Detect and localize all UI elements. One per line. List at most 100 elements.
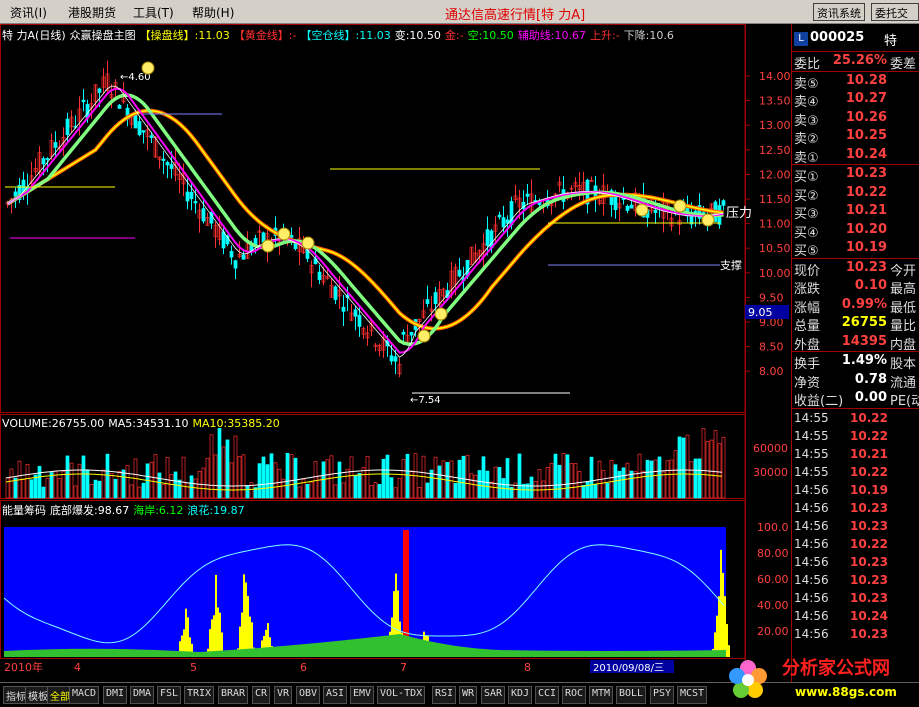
price-tick-label: 11.00	[759, 218, 790, 231]
tab-boll[interactable]: BOLL	[616, 686, 647, 704]
tick-price: 10.23	[850, 572, 888, 587]
timeline-label: 4	[74, 661, 81, 674]
finance-row-extra: 股本	[890, 357, 917, 372]
buy-order-row-label: 买⑤	[794, 244, 819, 259]
sell-order-row-label: 卖⑤	[794, 76, 819, 92]
tab-fsl[interactable]: FSL	[157, 686, 182, 704]
tab-rsi[interactable]: RSI	[432, 686, 457, 704]
sell-order-row-label: 卖②	[794, 132, 819, 147]
menu-hk-futures[interactable]: 港股期货	[68, 4, 116, 21]
energy-bar	[718, 596, 720, 657]
buy-order-row: 买② 10.22	[792, 184, 919, 204]
sell-orders: 卖⑤ 10.28 卖④ 10.27 卖③ 10.26 卖② 10.25 卖① 10.24	[792, 72, 919, 166]
menu-info[interactable]: 资讯(I)	[10, 4, 47, 21]
tab-kdj[interactable]: KDJ	[508, 686, 533, 704]
trade-button[interactable]: 委托交易	[871, 3, 919, 36]
tab-sar[interactable]: SAR	[481, 686, 506, 704]
tab-vol-tdx[interactable]: VOL-TDX	[377, 686, 426, 704]
energy-bar	[243, 574, 245, 657]
orange-ma-line	[6, 108, 724, 331]
stock-name: 特	[884, 34, 898, 49]
main-indicator-header: 特 力A(日线) 众赢操盘主图 【操盘线】:11.03 【黄金线】:- 【空仓线】:11…	[2, 27, 678, 43]
buy-order-row-value: 10.23	[845, 166, 887, 181]
weicha-label: 委差	[890, 57, 917, 72]
finance-stats: 换手 1.49%股本净资 0.78流通收益(二) 0.00PE(动)	[792, 352, 919, 409]
menu-help[interactable]: 帮助(H)	[192, 4, 234, 21]
current-price-tag: 9.05	[748, 306, 773, 319]
smiley-icon	[673, 199, 687, 213]
buy-order-row-label: 买②	[794, 188, 819, 204]
tab-obv[interactable]: OBV	[296, 686, 321, 704]
smiley-icon	[417, 329, 431, 343]
price-tick-label: 8.00	[759, 365, 784, 378]
tab-cr[interactable]: CR	[252, 686, 271, 704]
sell-order-row-value: 10.24	[845, 146, 887, 162]
tick-time: 14:56	[794, 482, 829, 497]
chart-area[interactable]: 14.00 13.50 13.00 12.50 12.00 11.50 11.00 10.50…	[0, 24, 790, 682]
tick-price: 10.19	[850, 482, 888, 497]
tick-time: 14:56	[794, 626, 829, 641]
finance-row-value: 1.49%	[841, 353, 887, 368]
energy-indicator-item: 浪花:19.87	[187, 504, 245, 517]
info-system-button[interactable]: 资讯系统	[813, 3, 865, 21]
stat-row: 现价 10.23 今开	[792, 259, 919, 279]
green-ma-line	[6, 93, 724, 346]
tab-vr[interactable]: VR	[274, 686, 293, 704]
tab-emv[interactable]: EMV	[350, 686, 375, 704]
finance-row-label: 净资	[794, 375, 821, 391]
price-tick-label: 9.50	[759, 291, 784, 304]
chart-canvas[interactable]: 14.00 13.50 13.00 12.50 12.00 11.50 11.00 10.50…	[0, 24, 790, 682]
tab-trix[interactable]: TRIX	[184, 686, 215, 704]
tab-roc[interactable]: ROC	[562, 686, 587, 704]
tick-row: 14:56 10.24	[792, 607, 919, 625]
timeline-label: 2010年	[4, 660, 43, 674]
smiley-icon	[261, 239, 275, 253]
buy-order-row: 买③ 10.21	[792, 202, 919, 222]
sell-order-row-label: 卖①	[794, 150, 819, 166]
buy-order-row: 买① 10.23	[792, 165, 919, 185]
stat-row-value: 0.10	[854, 278, 887, 293]
tick-price: 10.22	[850, 464, 888, 479]
main-indicator-item: 金:-	[444, 29, 464, 42]
sell-order-row-value: 10.25	[845, 128, 887, 143]
finance-row-extra: 流通	[890, 375, 917, 391]
tab-macd[interactable]: MACD	[69, 686, 100, 704]
tab-cci[interactable]: CCI	[535, 686, 560, 704]
tick-row: 14:55 10.22	[792, 409, 919, 427]
main-indicator-item: 【空仓线】:11.03	[300, 29, 391, 42]
tab-asi[interactable]: ASI	[323, 686, 348, 704]
tab-mcst[interactable]: MCST	[677, 686, 708, 704]
smiley-icon	[301, 236, 315, 250]
finance-row-label: 换手	[794, 357, 821, 372]
smiley-icon	[635, 203, 649, 217]
tab-dma[interactable]: DMA	[130, 686, 155, 704]
site-logo: 分析家公式网 www.88gs.com	[729, 657, 897, 699]
logo-url: www.88gs.com	[795, 685, 897, 699]
sell-order-row: 卖④ 10.27	[792, 90, 919, 110]
energy-bar	[247, 596, 249, 657]
tab-brar[interactable]: BRAR	[218, 686, 249, 704]
price-panel-frame	[0, 24, 746, 413]
tab-mtm[interactable]: MTM	[589, 686, 614, 704]
tick-row: 14:56 10.23	[792, 571, 919, 589]
tick-row: 14:56 10.23	[792, 517, 919, 535]
tick-row: 14:56 10.23	[792, 553, 919, 571]
price-tick-label: 13.00	[759, 119, 790, 132]
buy-order-row-label: 买③	[794, 207, 819, 222]
tick-time: 14:55	[794, 446, 829, 461]
tab-psy[interactable]: PSY	[650, 686, 675, 704]
finance-row-value: 0.00	[854, 390, 887, 405]
menu-tools[interactable]: 工具(T)	[133, 4, 174, 21]
tab-wr[interactable]: WR	[459, 686, 478, 704]
tick-price: 10.23	[850, 554, 888, 569]
main-indicator-item: 变:10.50	[394, 29, 441, 42]
flower-icon	[729, 660, 767, 698]
tab-dmi[interactable]: DMI	[103, 686, 128, 704]
main-indicator-item: 【黄金线】:-	[233, 29, 297, 42]
stat-row-extra: 量比	[890, 319, 917, 334]
tick-row: 14:55 10.22	[792, 463, 919, 481]
finance-row: 收益(二) 0.00PE(动)	[792, 389, 919, 409]
tick-time: 14:56	[794, 536, 829, 551]
timeline-label: 8	[524, 661, 531, 674]
buy-order-row-value: 10.19	[845, 240, 887, 255]
